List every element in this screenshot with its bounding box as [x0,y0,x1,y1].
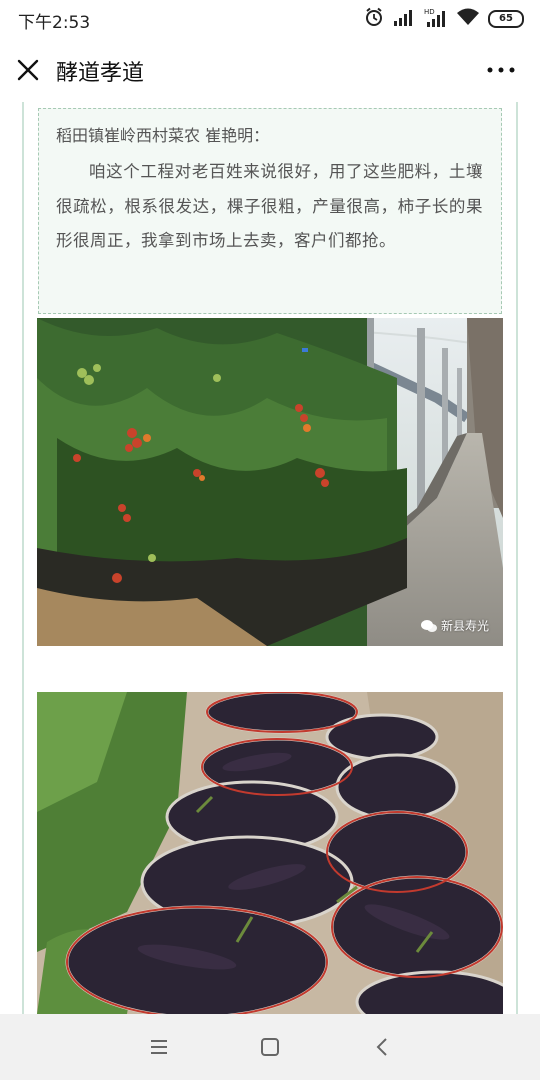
article-content[interactable]: 稻田镇崔岭西村菜农 崔艳明： 咱这个工程对老百姓来说很好，用了这些肥料，土壤很疏… [0,102,540,1014]
back-icon [376,1038,387,1056]
nav-menu-button[interactable] [146,1034,172,1060]
status-bar: 下午2:53 HD 65 [0,0,540,38]
close-button[interactable] [14,56,42,84]
close-icon [17,59,39,81]
title-bar: 酵道孝道 [0,38,540,102]
svg-text:HD: HD [424,8,435,16]
battery-icon: 65 [488,10,524,28]
more-dots-icon [487,67,515,73]
status-icons: HD 65 [364,7,524,31]
menu-icon [151,1040,167,1054]
eggplant-harvest-photo[interactable] [37,692,503,1014]
nav-back-button[interactable] [370,1034,396,1060]
signal-hd-icon: HD [424,7,448,31]
wifi-icon [457,8,479,30]
home-icon [261,1038,279,1056]
alarm-clock-icon [364,7,384,31]
watermark-text: 新县寿光 [440,619,489,633]
frame-border-right [516,102,518,1014]
more-button[interactable] [486,60,516,80]
greenhouse-tomato-photo[interactable]: 新县寿光 [37,318,503,646]
frame-border-left [22,102,24,1014]
image-watermark: 新县寿光 [420,617,489,634]
wechat-icon [420,619,437,632]
status-time: 下午2:53 [18,13,91,33]
page-title: 酵道孝道 [56,61,145,86]
system-nav-bar [0,1014,540,1080]
quote-body: 咱这个工程对老百姓来说很好，用了这些肥料，土壤很疏松，根系很发达，棵子很粗，产量… [56,162,483,250]
nav-home-button[interactable] [257,1034,283,1060]
greenhouse-tomato-image [37,318,503,646]
eggplant-harvest-image [37,692,503,1014]
signal-icon [393,8,415,30]
quote-speaker: 稻田镇崔岭西村菜农 崔艳明： [56,126,270,145]
quote-box: 稻田镇崔岭西村菜农 崔艳明： 咱这个工程对老百姓来说很好，用了这些肥料，土壤很疏… [38,108,502,314]
